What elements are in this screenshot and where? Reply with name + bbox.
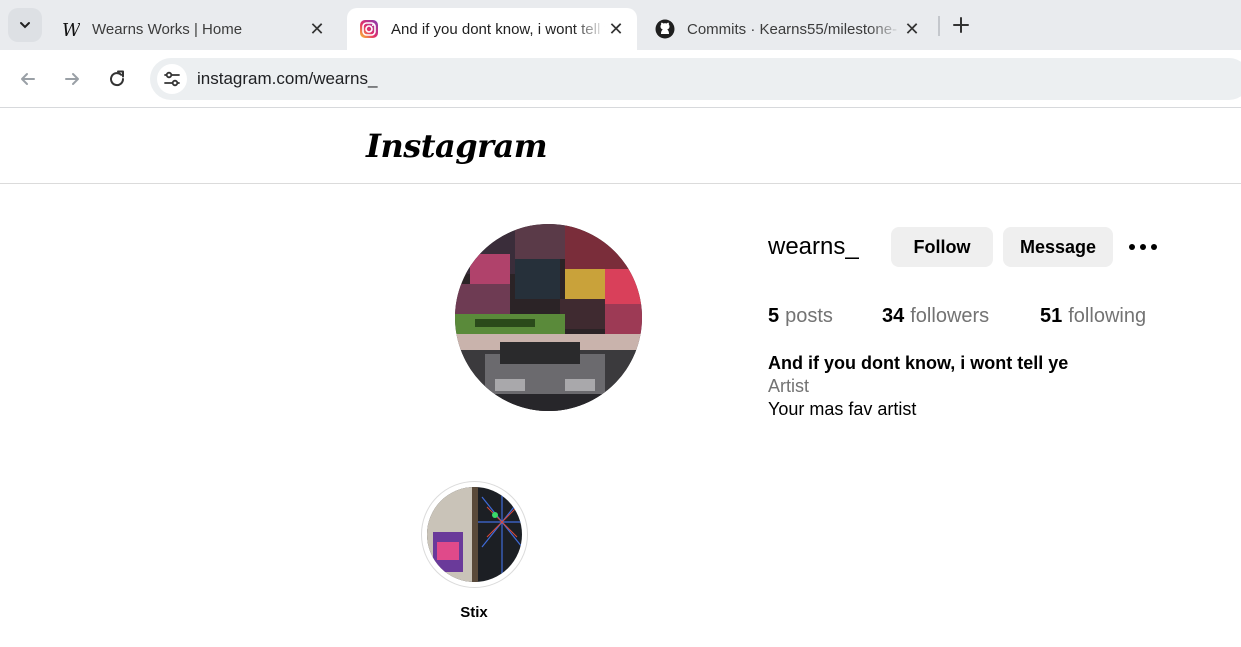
posts-label: posts — [785, 305, 833, 327]
reload-button[interactable] — [103, 65, 131, 93]
instagram-logo[interactable]: Instagram — [366, 127, 548, 165]
bio-text: Your mas fav artist — [768, 399, 917, 419]
new-tab-button[interactable] — [948, 12, 974, 38]
address-bar[interactable]: instagram.com/wearns_ — [150, 58, 1241, 100]
wearns-w-icon: W — [60, 19, 80, 39]
bio-name: And if you dont know, i wont tell ye — [768, 353, 1069, 373]
chevron-down-icon — [20, 22, 30, 29]
tab-github-commits[interactable]: Commits · Kearns55/milestone- ✕ — [643, 8, 933, 50]
tab-search-button[interactable] — [8, 8, 42, 42]
instagram-header: Instagram — [0, 109, 1241, 184]
highlight-label: Stix — [460, 604, 488, 621]
profile-avatar[interactable] — [455, 224, 642, 411]
following-stat[interactable]: 51 following — [1040, 305, 1146, 328]
back-button[interactable] — [14, 65, 42, 93]
posts-count: 5 — [768, 305, 780, 327]
following-count: 51 — [1040, 305, 1063, 327]
svg-text:W: W — [62, 20, 80, 39]
highlight-cover — [427, 487, 522, 582]
tab-title: And if you dont know, i wont tell ye — [391, 20, 605, 38]
followers-stat[interactable]: 34 followers — [882, 305, 989, 328]
follow-button[interactable]: Follow — [891, 227, 993, 267]
arrow-left-icon — [21, 73, 35, 85]
followers-count: 34 — [882, 305, 905, 327]
tab-separator — [938, 16, 940, 36]
instagram-icon — [359, 19, 379, 39]
github-icon — [655, 19, 675, 39]
forward-button[interactable] — [58, 65, 86, 93]
posts-stat: 5 posts — [768, 305, 833, 328]
followers-label: followers — [910, 305, 990, 327]
reload-icon — [110, 70, 125, 87]
browser-toolbar: instagram.com/wearns_ — [0, 50, 1241, 108]
plus-icon — [953, 17, 969, 33]
profile-username: wearns_ — [768, 233, 859, 260]
more-options-icon[interactable] — [1126, 237, 1160, 257]
following-label: following — [1068, 305, 1147, 327]
close-tab-icon[interactable]: ✕ — [306, 18, 328, 40]
tab-instagram[interactable]: And if you dont know, i wont tell ye ✕ — [347, 8, 637, 50]
tab-wearns-works[interactable]: W Wearns Works | Home ✕ — [48, 8, 338, 50]
bio-category: Artist — [768, 376, 810, 396]
browser-tabstrip: W Wearns Works | Home ✕ And if you dont … — [0, 0, 1241, 50]
tab-title: Wearns Works | Home — [92, 20, 243, 38]
url-text[interactable]: instagram.com/wearns_ — [197, 69, 377, 89]
story-highlight[interactable] — [421, 481, 528, 588]
close-tab-icon[interactable]: ✕ — [901, 18, 923, 40]
arrow-right-icon — [65, 73, 79, 85]
message-button[interactable]: Message — [1003, 227, 1113, 267]
tab-title: Commits · Kearns55/milestone- — [687, 20, 898, 38]
tune-icon — [164, 71, 180, 87]
close-tab-icon[interactable]: ✕ — [605, 18, 627, 40]
site-info-button[interactable] — [157, 64, 187, 94]
